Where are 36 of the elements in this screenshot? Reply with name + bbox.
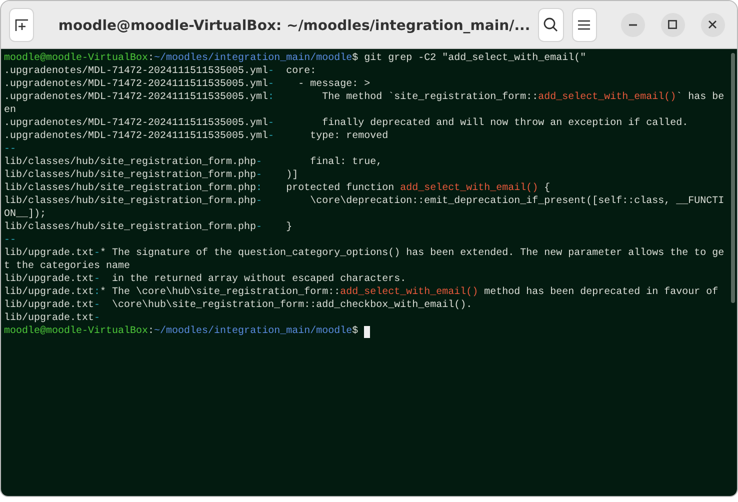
terminal-line: ON__]);: [4, 208, 46, 221]
terminal-line: t the categories name: [4, 260, 130, 273]
terminal-line: .upgradenotes/MDL-71472-2024111511535005.yml- core:: [4, 65, 316, 78]
new-tab-button[interactable]: [9, 8, 34, 42]
terminal-line: --: [4, 234, 16, 247]
close-button[interactable]: [700, 12, 725, 36]
terminal-line: lib/upgrade.txt-* The signature of the question_category_options() has been extended. The new parameter allows the to ge: [4, 247, 724, 260]
search-button[interactable]: [538, 8, 564, 42]
scrollbar[interactable]: [731, 53, 735, 303]
menu-button[interactable]: [572, 8, 597, 42]
terminal-line: .upgradenotes/MDL-71472-2024111511535005.yml- - message: >: [4, 78, 370, 91]
search-icon: [543, 17, 558, 32]
terminal-line: moodle@moodle-VirtualBox:~/moodles/integration_main/moodle$: [4, 325, 360, 338]
terminal-line: lib/upgrade.txt-: [4, 312, 100, 325]
terminal-line: --: [4, 143, 16, 156]
terminal-line: lib/classes/hub/site_registration_form.php- final: true,: [4, 156, 382, 169]
terminal-line: .upgradenotes/MDL-71472-2024111511535005.yml- finally deprecated and will now throw an exception if called.: [4, 117, 688, 130]
close-icon: [708, 20, 718, 29]
terminal-line: lib/classes/hub/site_registration_form.php: protected function add_select_with_email() {: [4, 182, 550, 195]
maximize-button[interactable]: [660, 12, 685, 36]
terminal-line: .upgradenotes/MDL-71472-2024111511535005.yml- type: removed: [4, 130, 388, 143]
terminal-line: en: [4, 104, 16, 117]
terminal-line: .upgradenotes/MDL-71472-2024111511535005.yml: The method `site_registration_form::add_select_with_email()` has be: [4, 91, 724, 104]
terminal-line: moodle@moodle-VirtualBox:~/moodles/integration_main/moodle$ git grep -C2 "add_select_with_email(": [4, 52, 586, 65]
menu-icon: [578, 20, 590, 30]
minimize-button[interactable]: [620, 12, 645, 36]
new-tab-icon: [14, 18, 29, 32]
terminal-line: lib/upgrade.txt- in the returned array without escaped characters.: [4, 273, 406, 286]
terminal-line: lib/upgrade.txt:* The \core\hub\site_registration_form::add_select_with_email() method has been deprecated in favour of: [4, 286, 718, 299]
minimize-icon: [628, 24, 637, 26]
terminal-line: lib/classes/hub/site_registration_form.php- \core\deprecation::emit_deprecation_if_present([self::class, __FUNCTI: [4, 195, 724, 208]
terminal-line: lib/classes/hub/site_registration_form.php- )]: [4, 169, 298, 182]
terminal-line: lib/upgrade.txt- \core\hub\site_registration_form::add_checkbox_with_email().: [4, 299, 472, 312]
maximize-icon: [668, 20, 678, 29]
window-title: moodle@moodle-VirtualBox: ~/moodles/integration_main/...: [58, 18, 530, 34]
terminal-line: lib/classes/hub/site_registration_form.php- }: [4, 221, 292, 234]
